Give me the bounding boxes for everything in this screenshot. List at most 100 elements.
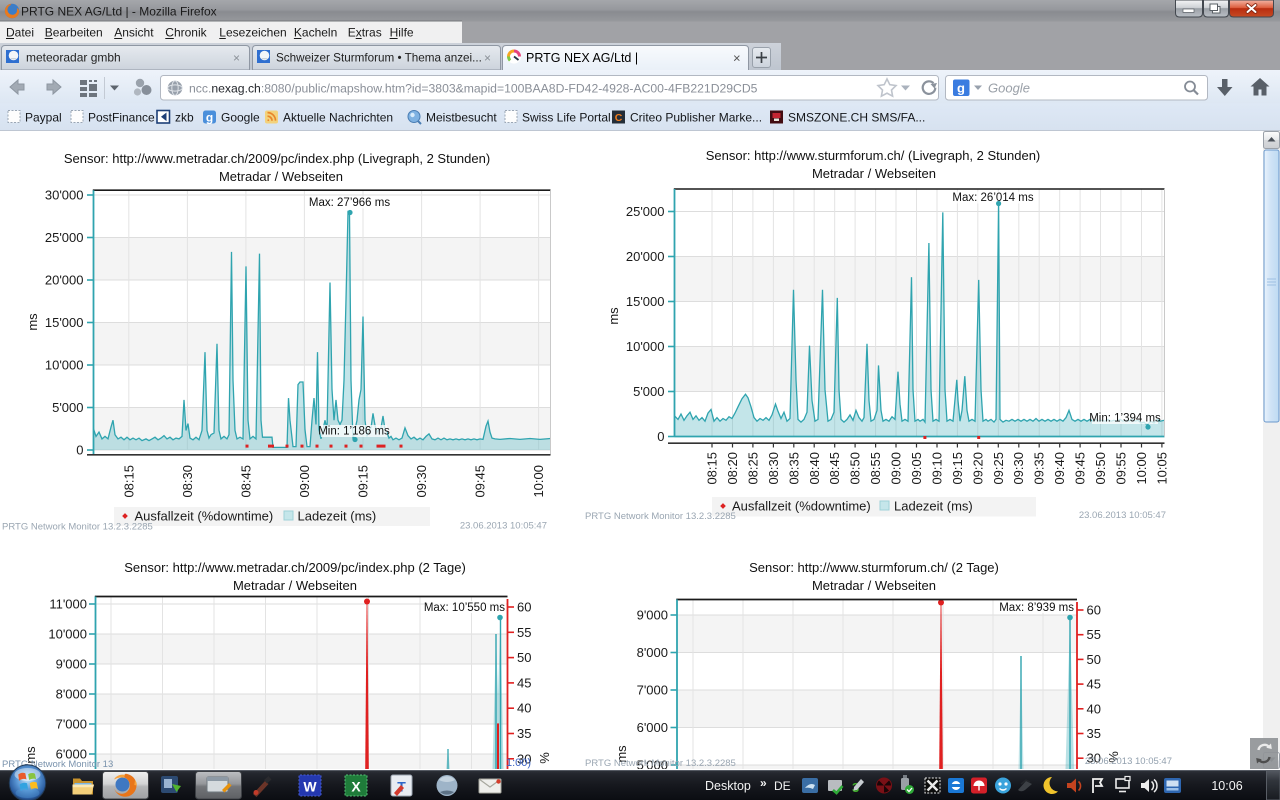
svg-text:09:30: 09:30 (414, 465, 429, 498)
svg-text:09:00: 09:00 (889, 452, 904, 485)
svg-text:DE: DE (774, 779, 791, 793)
svg-text:Max: 26’014 ms: Max: 26’014 ms (952, 192, 1033, 204)
svg-text:7'000: 7'000 (56, 717, 87, 732)
svg-text:09:45: 09:45 (473, 465, 488, 498)
svg-text:Metradar / Webseiten: Metradar / Webseiten (812, 166, 936, 181)
svg-text:08:30: 08:30 (766, 452, 781, 485)
svg-text:meteoradar gmbh: meteoradar gmbh (26, 51, 121, 65)
svg-text:20'000: 20'000 (626, 249, 665, 264)
svg-text:08:15: 08:15 (121, 465, 136, 498)
svg-text:Min: 1’186 ms: Min: 1’186 ms (318, 426, 390, 438)
svg-text:08:45: 08:45 (238, 465, 253, 498)
svg-text:»: » (760, 776, 767, 790)
svg-text:23.06.2013 10:05:47: 23.06.2013 10:05:47 (460, 521, 547, 532)
svg-text:09:30: 09:30 (1011, 452, 1026, 485)
svg-text:08:45: 08:45 (827, 452, 842, 485)
svg-text:10:06: 10:06 (1211, 779, 1242, 793)
svg-text:Google: Google (988, 81, 1030, 96)
svg-text:09:25: 09:25 (991, 452, 1006, 485)
svg-text:×: × (233, 51, 240, 65)
svg-text:09:55: 09:55 (1114, 452, 1129, 485)
svg-text:Meistbesucht: Meistbesucht (426, 111, 497, 125)
svg-text:Metradar / Webseiten: Metradar / Webseiten (233, 578, 357, 593)
svg-text:Ladezeit (ms): Ladezeit (ms) (894, 499, 973, 514)
svg-text:5'000: 5'000 (633, 384, 664, 399)
svg-text:Sensor: http://www.sturmforum.: Sensor: http://www.sturmforum.ch/ (2 Tag… (749, 560, 999, 575)
svg-text:Paypal: Paypal (25, 111, 62, 125)
svg-text:60: 60 (1087, 603, 1101, 618)
svg-text:15'000: 15'000 (626, 294, 665, 309)
svg-text:55: 55 (517, 625, 531, 640)
svg-text:10:00: 10:00 (1134, 452, 1149, 485)
svg-text:30'000: 30'000 (45, 188, 84, 203)
svg-text:09:00: 09:00 (297, 465, 312, 498)
svg-text:08:25: 08:25 (745, 452, 760, 485)
svg-text:8'000: 8'000 (637, 645, 668, 660)
svg-text:Sensor: http://www.sturmforum.: Sensor: http://www.sturmforum.ch/ (Liveg… (706, 148, 1041, 163)
svg-text:10:00: 10:00 (531, 465, 546, 498)
svg-text:PostFinance: PostFinance (88, 111, 155, 125)
svg-text:ncc.nexag.ch:8080/public/mapsh: ncc.nexag.ch:8080/public/mapshow.htm?id=… (189, 82, 758, 96)
svg-text:09:45: 09:45 (1073, 452, 1088, 485)
svg-text:0: 0 (657, 429, 664, 444)
svg-text:35: 35 (517, 726, 531, 741)
svg-text:60: 60 (517, 600, 531, 615)
svg-text:×: × (733, 51, 741, 66)
svg-text:10'000: 10'000 (48, 627, 87, 642)
svg-text:Desktop: Desktop (705, 779, 751, 793)
svg-text:ms: ms (25, 313, 40, 331)
svg-text:Datei: Datei (6, 26, 34, 40)
svg-text:09:35: 09:35 (1032, 452, 1047, 485)
svg-text:10:05: 10:05 (1154, 452, 1169, 485)
svg-text:Criteo Publisher Marke...: Criteo Publisher Marke... (630, 111, 762, 125)
svg-text:08:15: 08:15 (705, 452, 720, 485)
svg-text:Kacheln: Kacheln (294, 26, 337, 40)
svg-text:PRTG NEX AG/Ltd | - Mozilla Fi: PRTG NEX AG/Ltd | - Mozilla Firefox (21, 5, 217, 19)
svg-text:g: g (957, 81, 965, 96)
svg-text:g: g (206, 111, 213, 125)
svg-text:Min: 1’394 ms: Min: 1’394 ms (1089, 413, 1161, 425)
svg-text:08:50: 08:50 (848, 452, 863, 485)
svg-text:Ausfallzeit (%downtime): Ausfallzeit (%downtime) (135, 509, 274, 524)
svg-text:15'000: 15'000 (45, 315, 84, 330)
svg-text:55: 55 (1087, 627, 1101, 642)
svg-text:45: 45 (517, 675, 531, 690)
svg-text:9'000: 9'000 (56, 657, 87, 672)
svg-text:50: 50 (1087, 652, 1101, 667)
svg-text:08:40: 08:40 (807, 452, 822, 485)
svg-text:Schweizer Sturmforum • Thema a: Schweizer Sturmforum • Thema anzei... (276, 52, 482, 65)
svg-text:PRTG NEX AG/Ltd |: PRTG NEX AG/Ltd | (526, 51, 638, 65)
svg-text:45: 45 (1087, 677, 1101, 692)
svg-text:Ausfallzeit (%downtime): Ausfallzeit (%downtime) (732, 499, 871, 514)
svg-text:Bearbeiten: Bearbeiten (45, 26, 103, 40)
svg-text:Aktuelle Nachrichten: Aktuelle Nachrichten (283, 111, 393, 125)
svg-text:6'000: 6'000 (637, 720, 668, 735)
svg-text:09:15: 09:15 (950, 452, 965, 485)
svg-text:ms: ms (606, 307, 621, 325)
svg-text:5'000: 5'000 (52, 400, 83, 415)
svg-text:50: 50 (517, 650, 531, 665)
svg-text:Metradar / Webseiten: Metradar / Webseiten (219, 169, 343, 184)
svg-text:23.06.2013 10:05:47: 23.06.2013 10:05:47 (1085, 756, 1172, 767)
svg-text:23.06.2013 10:05:47: 23.06.2013 10:05:47 (1079, 510, 1166, 521)
svg-text:Max: 10’550 ms: Max: 10’550 ms (424, 602, 505, 614)
svg-text:Sensor: http://www.metradar.ch: Sensor: http://www.metradar.ch/2009/pc/i… (124, 560, 466, 575)
svg-text:Ansicht: Ansicht (114, 26, 154, 40)
svg-text:Ladezeit (ms): Ladezeit (ms) (298, 509, 377, 524)
svg-text:11'000: 11'000 (49, 597, 87, 612)
svg-text:10'000: 10'000 (45, 358, 84, 373)
svg-text:1:00): 1:00) (506, 757, 531, 769)
svg-text:09:10: 09:10 (930, 452, 945, 485)
svg-text:Max: 8’939 ms: Max: 8’939 ms (999, 602, 1074, 614)
svg-text:09:50: 09:50 (1093, 452, 1108, 485)
svg-text:40: 40 (517, 701, 531, 716)
svg-text:35: 35 (1087, 726, 1101, 741)
svg-text:PRTG Network Monitor 13.2.3.22: PRTG Network Monitor 13.2.3.2285 (585, 758, 736, 769)
svg-text:08:30: 08:30 (180, 465, 195, 498)
svg-text:25'000: 25'000 (626, 204, 665, 219)
svg-text:W: W (303, 779, 317, 795)
svg-text:Max: 27’966 ms: Max: 27’966 ms (309, 197, 390, 209)
svg-text:40: 40 (1087, 701, 1101, 716)
svg-text:20'000: 20'000 (45, 273, 84, 288)
svg-text:10'000: 10'000 (626, 339, 665, 354)
